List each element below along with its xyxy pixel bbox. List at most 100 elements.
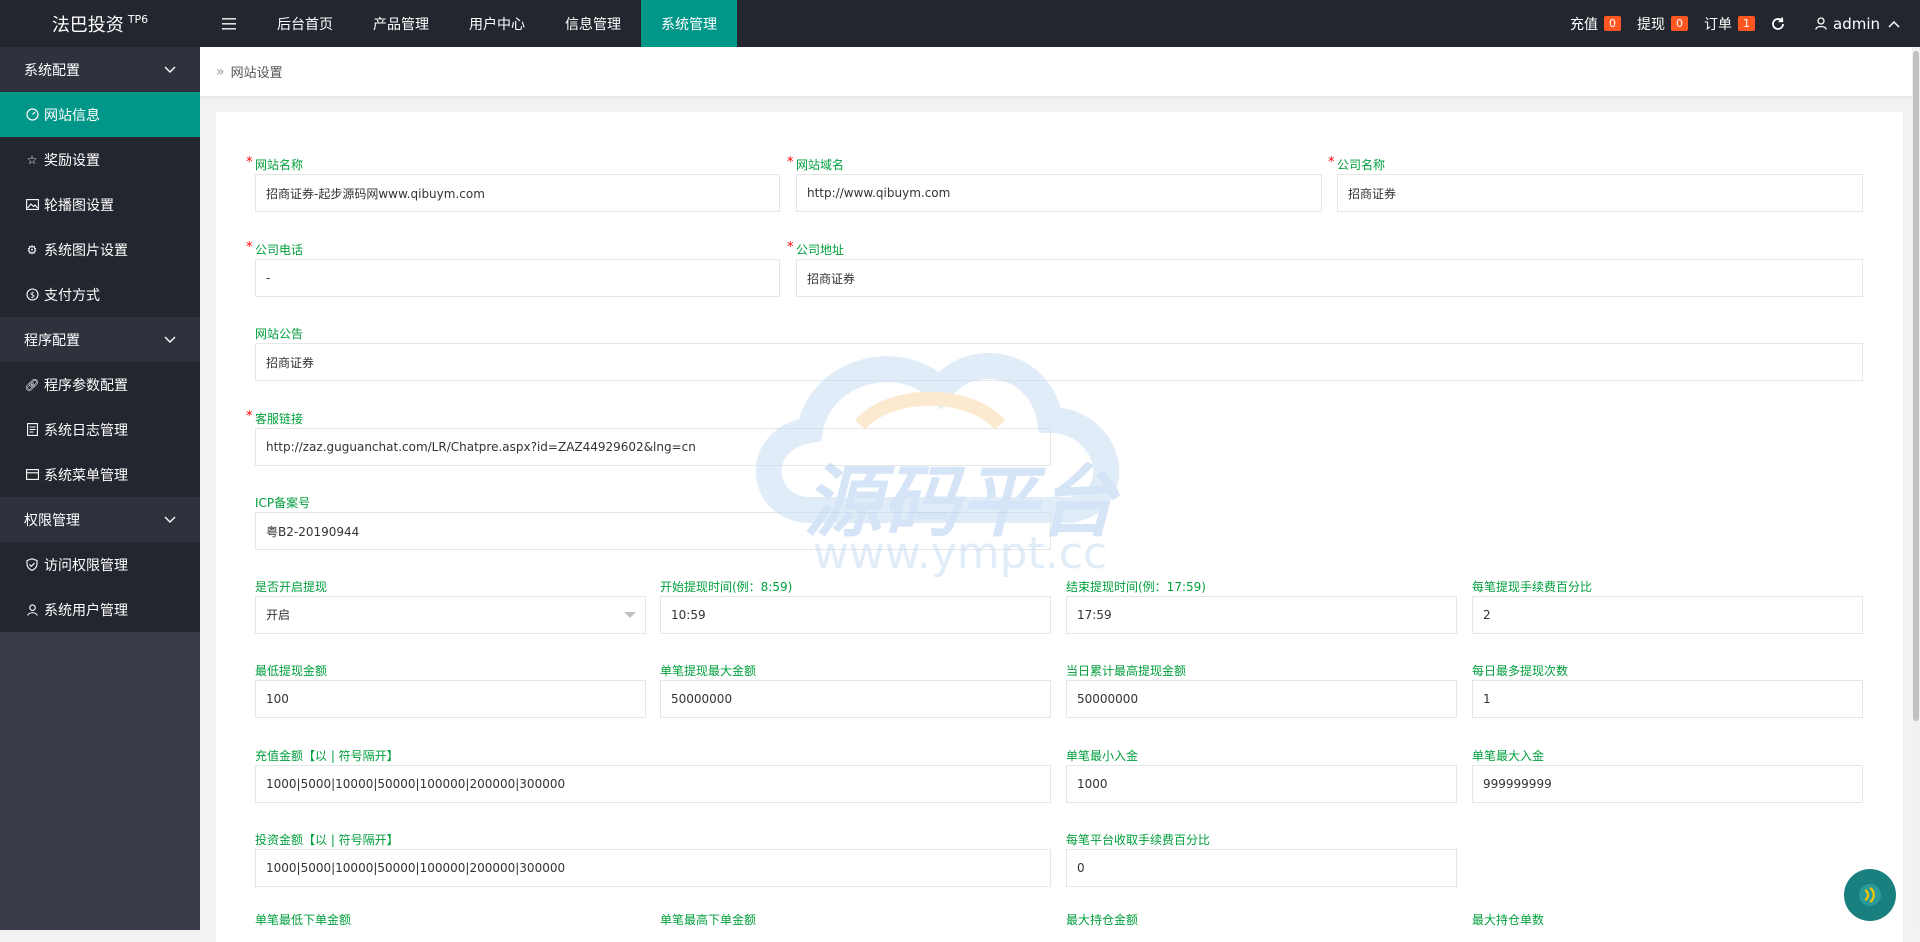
invest-amounts-input[interactable] [255,849,1051,887]
field-label: 单笔最低下单金额 [255,913,352,927]
field-label: 单笔最高下单金额 [660,913,757,927]
recharge-label: 充值 [1570,16,1598,33]
site-domain-input[interactable] [796,174,1322,212]
icp-input[interactable] [255,512,1051,550]
recharge-amounts-input[interactable] [255,765,1051,803]
withdraw-end-input[interactable] [1066,596,1457,634]
field-label: * 公司地址 [787,240,845,257]
field-label: 开始提现时间(例：8:59) [660,580,793,594]
field-label: 是否开启提现 [255,580,328,594]
field-order-max: 单笔最高下单金额 [660,912,1051,929]
sidebar-item-site-info[interactable]: 网站信息 [0,92,200,137]
sidebar-item-payment[interactable]: $ 支付方式 [0,272,200,317]
top-right-area: 充值 0 提现 0 订单 1 admin [1554,0,1920,47]
field-deposit-min: 单笔最小入金 [1066,748,1457,803]
sidebar-item-label: 访问权限管理 [44,557,128,574]
sidebar-item-label: 轮播图设置 [44,197,114,214]
deposit-max-input[interactable] [1472,765,1863,803]
required-mark: * [787,240,794,255]
field-hold-max-count: 最大持仓单数 [1472,912,1863,929]
image-icon [24,199,40,210]
field-withdraw-min: 最低提现金额 [255,663,646,718]
sidebar-item-images[interactable]: ⚙ 系统图片设置 [0,227,200,272]
top-nav: 后台首页 产品管理 用户中心 信息管理 系统管理 [257,0,737,47]
double-chevron-right-icon: » [216,63,225,80]
sidebar-item-users[interactable]: 系统用户管理 [0,587,200,632]
sidebar-item-menus[interactable]: 系统菜单管理 [0,452,200,497]
select-value: 开启 [255,596,646,634]
field-label: 当日累计最高提现金额 [1066,664,1187,678]
breadcrumb-current: 网站设置 [230,66,283,81]
platform-fee-input[interactable] [1066,849,1457,887]
sidebar-item-params[interactable]: 🔗︎ 程序参数配置 [0,362,200,407]
user-menu[interactable]: admin [1815,15,1906,33]
field-label: 单笔提现最大金额 [660,664,757,678]
site-notice-input[interactable] [255,343,1863,381]
sidebar-group-system-config[interactable]: 系统配置 [0,47,200,92]
withdraw-max-daily-input[interactable] [1066,680,1457,718]
user-icon [24,603,40,616]
sidebar-item-label: 网站信息 [44,107,100,124]
withdraw-badge: 0 [1671,16,1688,31]
field-recharge-amounts: 充值金额【以 | 符号隔开】 [255,748,1051,803]
recharge-link[interactable]: 充值 0 [1570,14,1621,34]
withdraw-link[interactable]: 提现 0 [1637,14,1688,34]
field-label: 每笔平台收取手续费百分比 [1066,833,1211,847]
deposit-min-input[interactable] [1066,765,1457,803]
withdraw-max-single-input[interactable] [660,680,1051,718]
user-name: admin [1833,14,1880,33]
required-mark: * [1328,155,1335,170]
field-withdraw-max-daily: 当日累计最高提现金额 [1066,663,1457,718]
company-phone-input[interactable] [255,259,780,297]
withdraw-fee-input[interactable] [1472,596,1863,634]
field-withdraw-times: 每日最多提现次数 [1472,663,1863,718]
company-name-input[interactable] [1337,174,1863,212]
site-name-input[interactable] [255,174,780,212]
menu-toggle-button[interactable] [200,0,257,47]
chevron-down-icon [164,336,176,343]
sidebar-group-permission[interactable]: 权限管理 [0,497,200,542]
field-site-notice: 网站公告 [255,326,1863,381]
scrollbar-thumb[interactable] [1913,51,1919,721]
sidebar-group-program-config[interactable]: 程序配置 [0,317,200,362]
gear-icon: ⚙ [26,242,38,257]
field-hold-max-amount: 最大持仓金额 [1066,912,1457,929]
withdraw-min-input[interactable] [255,680,646,718]
withdraw-times-input[interactable] [1472,680,1863,718]
service-link-input[interactable] [255,428,1051,466]
withdraw-label: 提现 [1637,16,1665,33]
field-platform-fee: 每笔平台收取手续费百分比 [1066,832,1457,887]
order-link[interactable]: 订单 1 [1704,14,1755,34]
company-address-input[interactable] [796,259,1863,297]
nav-info[interactable]: 信息管理 [545,0,641,47]
sidebar-item-label: 系统菜单管理 [44,467,128,484]
sidebar-item-logs[interactable]: 系统日志管理 [0,407,200,452]
nav-users[interactable]: 用户中心 [449,0,545,47]
required-mark: * [246,240,253,255]
recharge-badge: 0 [1604,16,1621,31]
sidebar-item-carousel[interactable]: 轮播图设置 [0,182,200,227]
nav-products[interactable]: 产品管理 [353,0,449,47]
nav-home[interactable]: 后台首页 [257,0,353,47]
floating-chat-button[interactable] [1844,869,1896,921]
sidebar-item-label: 系统用户管理 [44,602,128,619]
sidebar-item-label: 支付方式 [44,287,100,304]
field-label: 充值金额【以 | 符号隔开】 [255,749,399,763]
withdraw-enable-select[interactable]: 开启 [255,596,646,634]
nav-system[interactable]: 系统管理 [641,0,737,47]
sidebar-item-reward[interactable]: ☆ 奖励设置 [0,137,200,182]
field-site-name: * 网站名称 [246,155,780,212]
refresh-button[interactable] [1771,16,1785,31]
field-label: 最低提现金额 [255,664,328,678]
withdraw-start-input[interactable] [660,596,1051,634]
user-icon [1815,17,1827,30]
sidebar-item-access[interactable]: 访问权限管理 [0,542,200,587]
field-label: 投资金额【以 | 符号隔开】 [255,833,399,847]
order-badge: 1 [1738,16,1755,31]
app-logo[interactable]: 法巴投资 TP6 [0,0,200,47]
field-label: 网站公告 [255,327,304,341]
page-scrollbar[interactable] [1912,47,1920,930]
dashboard-icon [24,108,40,121]
field-label: 最大持仓金额 [1066,913,1139,927]
field-icp: ICP备案号 [255,495,1051,550]
